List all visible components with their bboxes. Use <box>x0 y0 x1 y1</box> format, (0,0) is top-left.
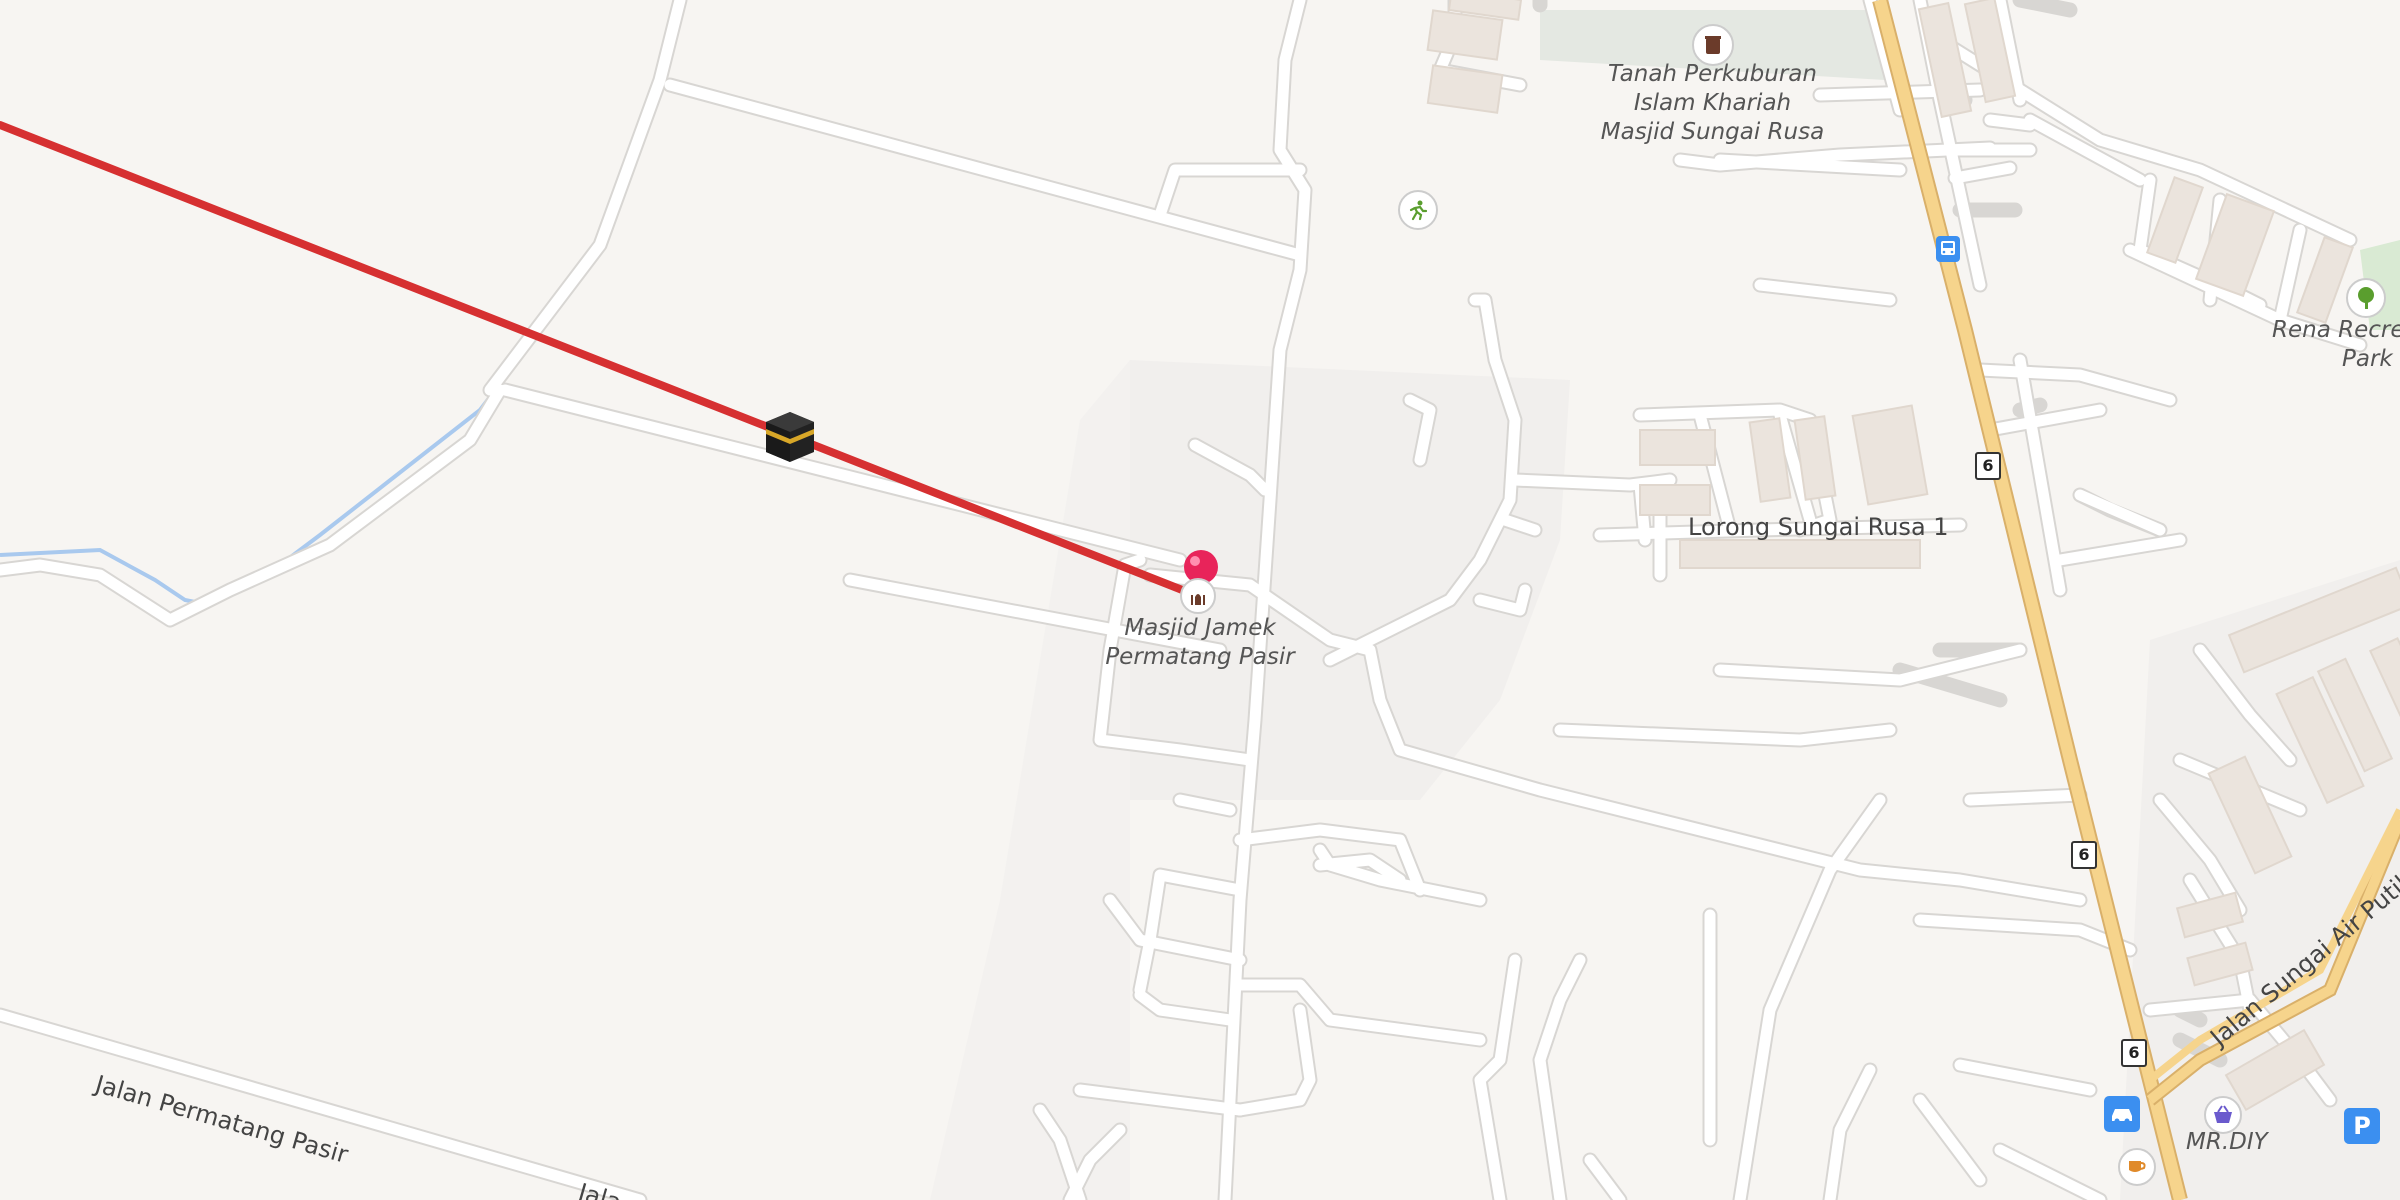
car-icon[interactable] <box>2104 1096 2140 1132</box>
tree-icon[interactable] <box>2346 278 2386 318</box>
cemetery-label[interactable]: Tanah Perkuburan Islam Khariah Masjid Su… <box>1570 60 1855 147</box>
park-label-line1: Rena Recrea <box>2272 317 2400 343</box>
route-shield: 6 <box>2121 1039 2147 1067</box>
route-shield: 6 <box>1975 452 2001 480</box>
shop-label[interactable]: MR.DIY <box>2186 1128 2268 1157</box>
mosque-icon[interactable] <box>1180 578 1216 614</box>
kaaba-icon[interactable] <box>762 408 818 464</box>
street-label-lorong-sungai-rusa: Lorong Sungai Rusa 1 <box>1688 513 1949 541</box>
mosque-label[interactable]: Masjid Jamek Permatang Pasir <box>1100 614 1300 672</box>
cemetery-label-line1: Tanah Perkuburan <box>1608 61 1817 87</box>
mosque-label-line2: Permatang Pasir <box>1105 644 1295 670</box>
route-shield: 6 <box>2071 841 2097 869</box>
running-icon[interactable] <box>1398 190 1438 230</box>
park-label[interactable]: Rena Recrea Park <box>2272 316 2400 374</box>
river <box>0 0 682 608</box>
parking-icon[interactable]: P <box>2344 1108 2380 1144</box>
bus-stop-icon[interactable] <box>1936 236 1960 262</box>
map-canvas[interactable]: Masjid Jamek Permatang Pasir Tanah Perku… <box>0 0 2400 1200</box>
cafe-icon[interactable] <box>2118 1148 2156 1186</box>
park-label-line2: Park <box>2342 346 2393 372</box>
mosque-label-line1: Masjid Jamek <box>1124 615 1276 641</box>
cemetery-label-line3: Masjid Sungai Rusa <box>1600 119 1825 145</box>
qibla-direction-line <box>0 121 1204 601</box>
cemetery-label-line2: Islam Khariah <box>1633 90 1792 116</box>
